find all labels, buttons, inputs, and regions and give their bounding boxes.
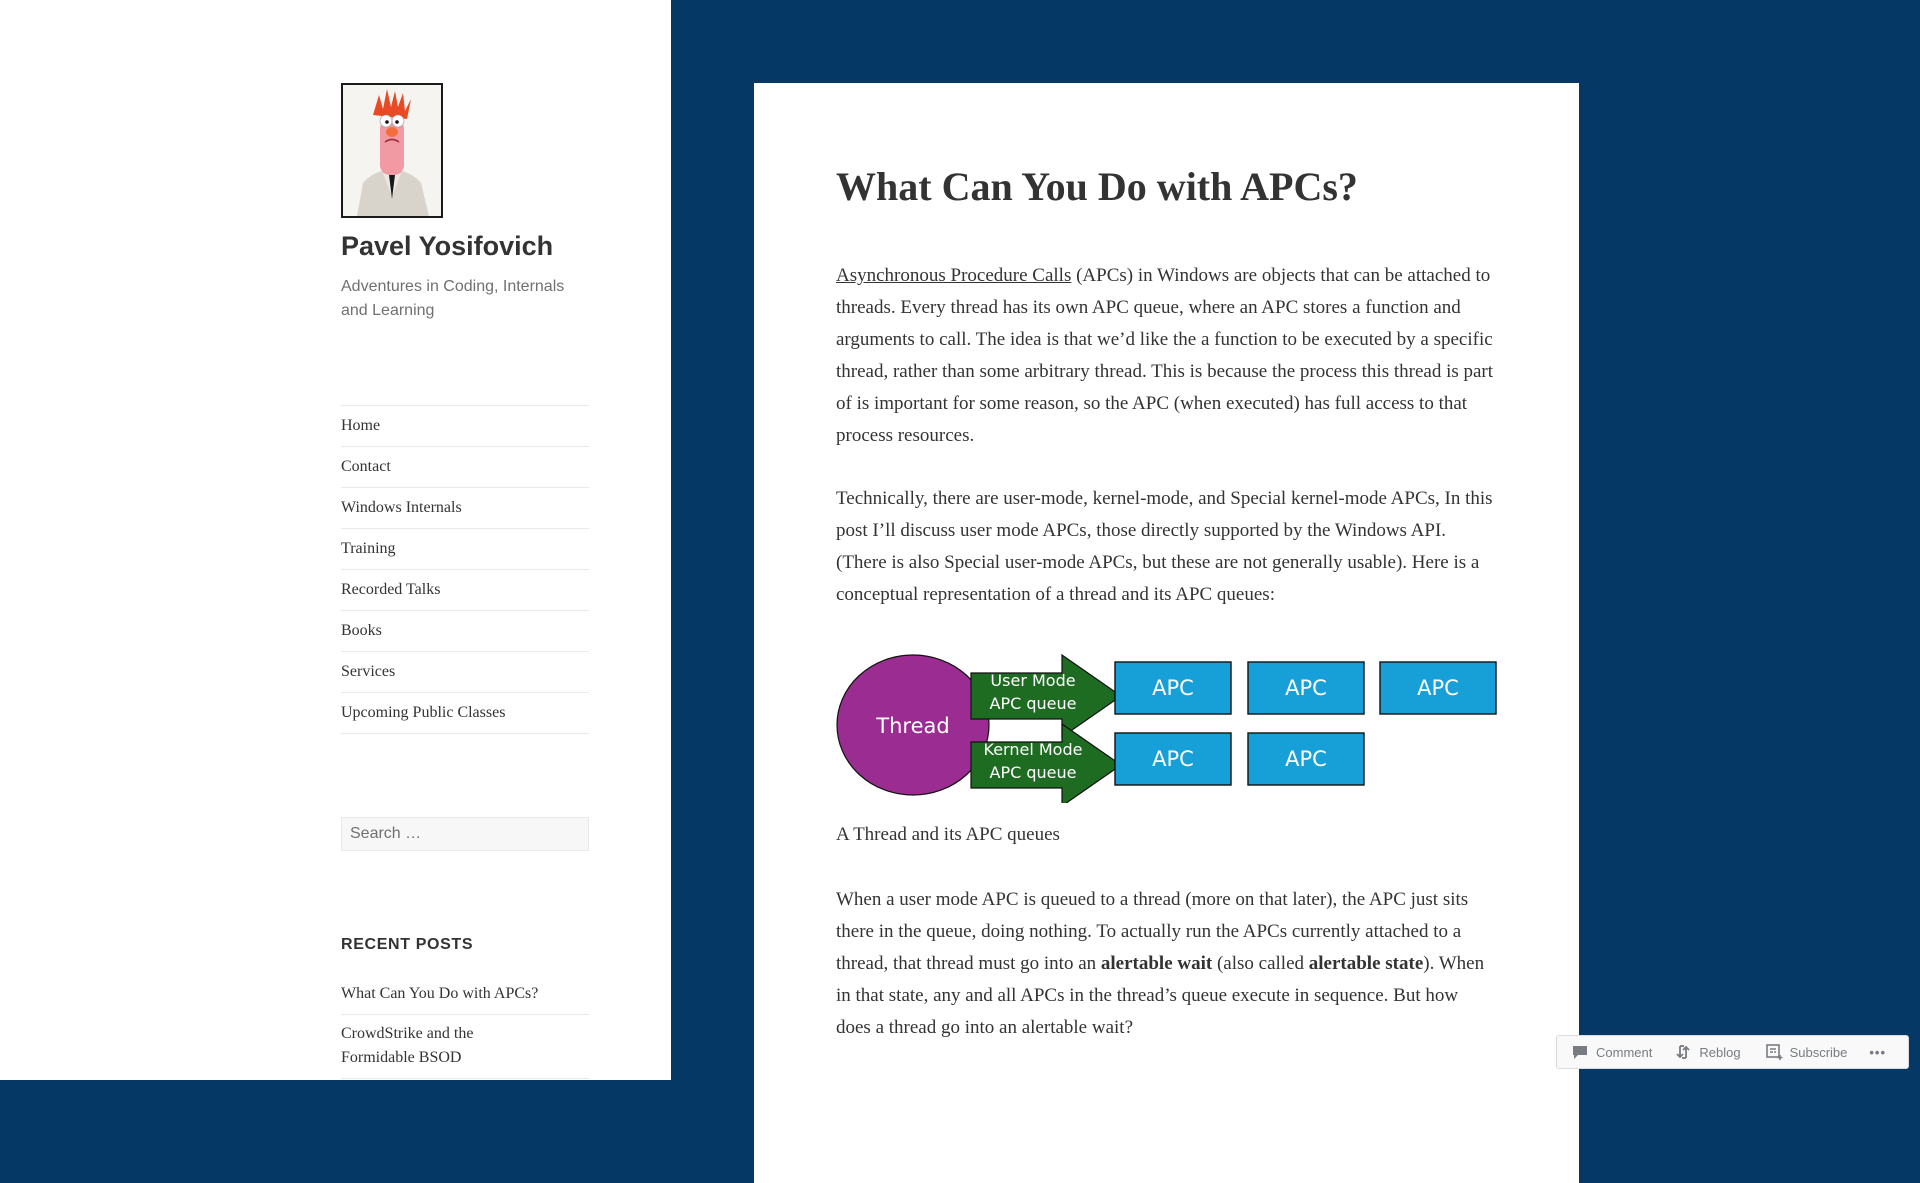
reblog-button[interactable]: Reblog [1674, 1043, 1741, 1061]
user-apc-label: APC [1152, 676, 1194, 700]
kernel-apc-row: APC APC [1114, 732, 1365, 786]
user-queue-label-1: User Mode [990, 671, 1075, 690]
figure-caption: A Thread and its APC queues [836, 824, 1060, 845]
recent-post-link[interactable]: What Can You Do with APCs? [341, 975, 589, 1015]
kernel-queue-label-2: APC queue [990, 763, 1077, 782]
thread-label: Thread [875, 714, 949, 738]
paragraph-text: (also called [1212, 953, 1309, 974]
subscribe-label: Subscribe [1789, 1044, 1848, 1060]
apc-queue-diagram: Thread User Mode APC queue Kernel Mode A… [836, 643, 1506, 808]
user-apc-row: APC APC APC [1114, 661, 1497, 715]
recent-post-title: What Can You Do with APCs? [341, 985, 539, 1002]
recent-post-title: CrowdStrike and the Formidable BSOD [341, 1025, 474, 1066]
wpcom-action-bar: Comment Reblog Subscribe ••• [1556, 1035, 1909, 1069]
sidebar: Pavel Yosifovich Adventures in Coding, I… [0, 0, 671, 1080]
nav-item-books[interactable]: Books [341, 611, 589, 652]
muppet-avatar-icon [343, 85, 441, 216]
nav-item-recorded-talks[interactable]: Recorded Talks [341, 570, 589, 611]
nav-item-services[interactable]: Services [341, 652, 589, 693]
reblog-icon [1674, 1043, 1692, 1061]
kernel-apc-label: APC [1285, 747, 1327, 771]
recent-posts-heading: RECENT POSTS [341, 936, 474, 953]
comment-icon [1571, 1043, 1589, 1061]
paragraph-text: (APCs) in Windows are objects that can b… [836, 265, 1494, 446]
user-apc-label: APC [1285, 676, 1327, 700]
user-queue-label-2: APC queue [990, 694, 1077, 713]
nav-item-home[interactable]: Home [341, 406, 589, 447]
term-alertable-state: alertable state [1308, 953, 1424, 974]
recent-post-link[interactable]: CrowdStrike and the Formidable BSOD [341, 1015, 589, 1079]
more-icon: ••• [1869, 1044, 1887, 1060]
post-paragraph-3: When a user mode APC is queued to a thre… [836, 884, 1496, 1044]
post-card: What Can You Do with APCs? Asynchronous … [754, 83, 1579, 1183]
nav-item-windows-internals[interactable]: Windows Internals [341, 488, 589, 529]
site-avatar[interactable] [341, 83, 443, 218]
comment-label: Comment [1596, 1044, 1653, 1060]
site-title[interactable]: Pavel Yosifovich [341, 231, 553, 262]
reblog-label: Reblog [1699, 1044, 1741, 1060]
nav-item-contact[interactable]: Contact [341, 447, 589, 488]
subscribe-icon [1765, 1043, 1783, 1061]
subscribe-button[interactable]: Subscribe [1765, 1043, 1848, 1061]
apc-diagram-svg: Thread User Mode APC queue Kernel Mode A… [836, 653, 1497, 808]
comment-button[interactable]: Comment [1571, 1043, 1652, 1061]
main-navigation: Home Contact Windows Internals Training … [341, 405, 589, 734]
kernel-queue-label-1: Kernel Mode [984, 740, 1083, 759]
user-apc-label: APC [1417, 676, 1459, 700]
recent-posts-list: What Can You Do with APCs? CrowdStrike a… [341, 975, 589, 1079]
post-paragraph-2: Technically, there are user-mode, kernel… [836, 488, 1493, 605]
more-actions-button[interactable]: ••• [1869, 1045, 1886, 1060]
post-title: What Can You Do with APCs? [836, 164, 1358, 209]
post-paragraph-1: Asynchronous Procedure Calls (APCs) in W… [836, 260, 1496, 452]
term-alertable-wait: alertable wait [1100, 953, 1213, 974]
nav-item-training[interactable]: Training [341, 529, 589, 570]
search-input[interactable] [341, 817, 589, 851]
nav-item-upcoming-public-classes[interactable]: Upcoming Public Classes [341, 693, 589, 734]
site-description: Adventures in Coding, Internals and Lear… [341, 278, 565, 319]
kernel-apc-label: APC [1152, 747, 1194, 771]
apc-docs-link[interactable]: Asynchronous Procedure Calls [836, 265, 1071, 286]
